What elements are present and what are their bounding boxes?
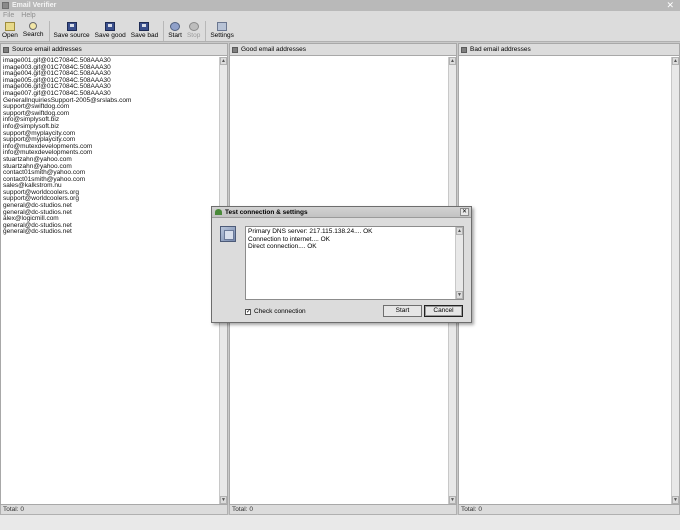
save-source-button[interactable]: Save source (54, 20, 90, 39)
log-line: Direct connection.... OK (248, 243, 317, 251)
list-icon (461, 46, 467, 53)
menu-bar: File Help (0, 11, 680, 20)
source-email-list[interactable]: image001.gif@01C7084C.508AAA30 image003.g… (1, 57, 219, 504)
start-icon (170, 22, 181, 31)
source-pane-title: Source email addresses (12, 46, 82, 53)
title-bar: Email Verifier ✕ (0, 0, 680, 11)
menu-file[interactable]: File (3, 12, 14, 19)
bottom-strip (0, 515, 680, 530)
list-item[interactable]: general@dc-studios.net (3, 229, 219, 236)
log-line: Primary DNS server: 217.115.138.24.... O… (248, 228, 373, 235)
dialog-title-bar: Test connection & settings (212, 207, 471, 218)
connection-log-text: Primary DNS server: 217.115.138.24.... O… (246, 227, 455, 299)
save-icon (66, 22, 77, 31)
good-pane-title: Good email addresses (241, 46, 307, 53)
scroll-down-icon[interactable]: ▼ (672, 496, 679, 504)
save-source-label: Save source (53, 32, 90, 39)
save-bad-button[interactable]: Save bad (131, 20, 158, 39)
test-connection-dialog: Test connection & settings ✕ Primary DNS… (211, 206, 472, 323)
source-pane-header: Source email addresses (1, 44, 227, 56)
scroll-up-icon[interactable]: ▲ (220, 57, 227, 65)
start-button[interactable]: Start (168, 20, 182, 39)
start-label: Start (168, 32, 182, 39)
save-icon (105, 22, 116, 31)
scroll-up-icon[interactable]: ▲ (449, 57, 456, 65)
log-line: Connection to internet.... OK (248, 235, 331, 243)
check-connection-checkbox[interactable]: ✓ (245, 308, 251, 315)
scroll-up-icon[interactable]: ▲ (672, 57, 679, 65)
good-pane-header: Good email addresses (230, 44, 456, 56)
bad-email-list[interactable] (459, 57, 671, 504)
computer-icon (220, 226, 236, 242)
list-icon (232, 46, 238, 53)
bad-status: Total: 0 (458, 505, 680, 515)
log-scrollbar[interactable]: ▲ ▼ (455, 227, 463, 299)
settings-icon (217, 22, 228, 31)
search-button[interactable]: Search (23, 20, 44, 38)
stop-button[interactable]: Stop (187, 20, 200, 39)
scroll-down-icon[interactable]: ▼ (456, 291, 463, 299)
bad-pane-title: Bad email addresses (470, 46, 531, 53)
source-pane: Source email addresses image001.gif@01C7… (0, 43, 228, 505)
open-button[interactable]: Open (2, 20, 18, 39)
search-icon (29, 22, 38, 30)
open-label: Open (2, 32, 18, 39)
dialog-cancel-button[interactable]: Cancel (424, 305, 463, 317)
open-icon (4, 22, 15, 31)
window-title: Email Verifier (12, 2, 57, 9)
settings-label: Settings (210, 32, 234, 39)
app-icon (2, 2, 9, 9)
list-icon (3, 46, 9, 53)
toolbar-separator (163, 21, 165, 41)
scroll-up-icon[interactable]: ▲ (456, 227, 463, 235)
bad-pane-header: Bad email addresses (459, 44, 679, 56)
bad-scrollbar[interactable]: ▲ ▼ (671, 57, 679, 504)
close-window-icon[interactable]: ✕ (666, 0, 674, 11)
source-status: Total: 0 (0, 505, 228, 515)
dialog-start-button[interactable]: Start (383, 305, 422, 317)
toolbar-separator (48, 21, 50, 41)
bad-pane: Bad email addresses ▲ ▼ (458, 43, 680, 505)
dialog-close-icon[interactable]: ✕ (460, 208, 469, 216)
scroll-down-icon[interactable]: ▼ (449, 496, 456, 504)
check-connection-label: Check connection (254, 308, 306, 315)
save-icon (139, 22, 150, 31)
settings-button[interactable]: Settings (210, 20, 234, 39)
save-good-label: Save good (94, 32, 126, 39)
save-bad-label: Save bad (130, 32, 159, 39)
save-good-button[interactable]: Save good (95, 20, 126, 39)
connection-icon (215, 209, 222, 215)
check-connection-option[interactable]: ✓ Check connection (245, 308, 306, 315)
toolbar: Open Search Save source Save good Save b… (0, 20, 680, 42)
scroll-down-icon[interactable]: ▼ (220, 496, 227, 504)
stop-icon (188, 22, 199, 31)
good-status: Total: 0 (229, 505, 457, 515)
menu-help[interactable]: Help (21, 12, 35, 19)
search-label: Search (22, 31, 44, 38)
connection-log: Primary DNS server: 217.115.138.24.... O… (245, 226, 464, 300)
stop-label: Stop (186, 32, 201, 39)
toolbar-separator (205, 21, 207, 41)
dialog-title: Test connection & settings (225, 208, 308, 216)
